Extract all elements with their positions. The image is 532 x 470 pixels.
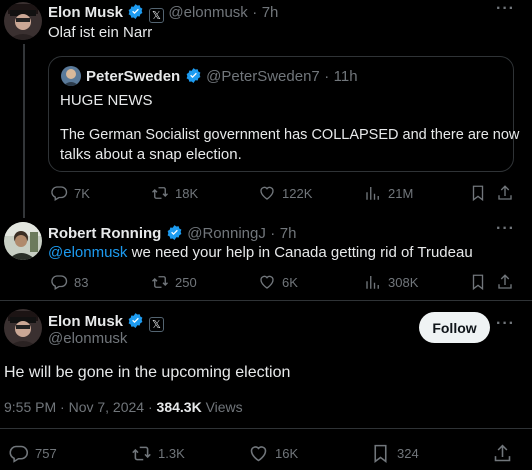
retweet-button[interactable]: 1.3K — [131, 443, 185, 464]
verified-badge-icon — [129, 313, 143, 328]
quote-text-line2: talks about a snap election. — [60, 146, 242, 163]
avatar-elon-2[interactable] — [4, 309, 42, 347]
author-name[interactable]: Robert Ronning — [48, 225, 161, 242]
share-icon — [498, 185, 512, 200]
avatar-robert-ronning[interactable] — [4, 222, 42, 260]
reply-count: 757 — [35, 446, 57, 461]
share-icon — [498, 274, 512, 289]
analytics-icon — [366, 276, 379, 289]
author-name[interactable]: Elon Musk — [48, 4, 123, 21]
divider — [0, 300, 532, 301]
divider — [0, 428, 532, 429]
mention-link[interactable]: @elonmusk — [48, 244, 127, 261]
like-count: 16K — [275, 446, 299, 461]
reply-button[interactable]: 83 — [50, 273, 88, 291]
verified-badge-icon — [129, 4, 143, 19]
avatar-petersweden[interactable] — [61, 66, 81, 86]
more-options-icon[interactable]: ··· — [496, 0, 515, 18]
quote-author-handle: @PeterSweden7 — [206, 68, 320, 85]
bookmark-icon — [374, 444, 387, 463]
quote-author-name: PeterSweden — [86, 68, 181, 85]
tweet-time[interactable]: 7h — [280, 225, 297, 242]
retweet-icon — [132, 446, 151, 461]
x-affiliate-icon: 𝕏 — [148, 8, 164, 23]
share-button[interactable] — [492, 443, 513, 464]
share-button[interactable] — [496, 273, 514, 291]
view-count: 308K — [388, 274, 419, 290]
tweet-body: we need your help in Canada getting rid … — [127, 244, 473, 261]
bookmark-icon — [472, 185, 484, 202]
like-button[interactable]: 16K — [248, 443, 298, 464]
retweet-button[interactable]: 250 — [151, 273, 197, 291]
heart-icon — [260, 186, 274, 200]
retweet-count: 250 — [175, 274, 197, 290]
like-button[interactable]: 6K — [258, 273, 298, 291]
bookmark-icon — [472, 274, 484, 291]
separator-dot: · — [147, 399, 153, 415]
tweet-time[interactable]: 7h — [262, 4, 279, 21]
separator-dot: · — [252, 4, 258, 21]
avatar-elon-1[interactable] — [4, 2, 42, 40]
author-handle[interactable]: @elonmusk — [48, 330, 127, 347]
bookmark-button[interactable]: 324 — [370, 443, 419, 464]
author-handle[interactable]: @RonningJ — [187, 225, 266, 242]
author-handle[interactable]: @elonmusk — [168, 4, 247, 21]
main-author: Elon Musk 𝕏 — [48, 312, 164, 332]
follow-button[interactable]: Follow — [419, 312, 490, 343]
tweet-text: Olaf ist ein Narr — [48, 24, 153, 41]
like-button[interactable]: 122K — [258, 184, 312, 202]
reply-icon — [51, 275, 68, 290]
retweet-icon — [152, 187, 168, 199]
retweet-count: 1.3K — [158, 446, 185, 461]
tweet1-header: Elon Musk 𝕏 @elonmusk · 7h — [48, 3, 278, 23]
separator-dot: · — [324, 68, 330, 85]
thread-line — [23, 44, 25, 218]
heart-icon — [250, 446, 267, 462]
tweet-meta: 9:55 PM · Nov 7, 2024 · 384.3K Views — [4, 399, 243, 415]
reply-button[interactable]: 7K — [50, 184, 90, 202]
bookmark-count: 324 — [397, 446, 419, 461]
quote-text-headline: HUGE NEWS — [60, 92, 153, 109]
reply-icon — [9, 445, 29, 463]
verified-badge-icon — [167, 225, 182, 240]
quote-time: 11h — [333, 68, 358, 85]
more-options-icon[interactable]: ··· — [496, 315, 515, 333]
quote-text-line1: The German Socialist government has COLL… — [60, 127, 520, 143]
retweet-button[interactable]: 18K — [151, 184, 198, 202]
share-button[interactable] — [496, 184, 514, 202]
views-button[interactable]: 21M — [364, 184, 413, 202]
view-count: 21M — [388, 185, 414, 201]
reply-count: 7K — [74, 185, 90, 201]
bookmark-button[interactable] — [469, 184, 487, 202]
tweet-text: @elonmusk we need your help in Canada ge… — [48, 243, 473, 263]
quote-header: PeterSweden @PeterSweden7 · 11h — [86, 67, 358, 86]
main-tweet-text: He will be gone in the upcoming election — [4, 364, 291, 381]
more-options-icon[interactable]: ··· — [496, 220, 515, 238]
x-affiliate-icon: 𝕏 — [148, 317, 164, 332]
analytics-icon — [366, 187, 379, 200]
tweet-timestamp[interactable]: 9:55 PM · Nov 7, 2024 — [4, 399, 144, 415]
retweet-count: 18K — [175, 185, 199, 201]
views-button[interactable]: 308K — [364, 273, 418, 291]
reply-count: 83 — [74, 274, 89, 290]
reply-button[interactable]: 757 — [8, 443, 57, 464]
verified-badge-icon — [186, 68, 201, 83]
reply-icon — [51, 186, 68, 201]
views-count: 384.3K — [156, 399, 202, 415]
like-count: 6K — [282, 274, 298, 290]
bookmark-button[interactable] — [469, 273, 487, 291]
author-name[interactable]: Elon Musk — [48, 313, 123, 330]
retweet-icon — [152, 276, 168, 288]
views-label: Views — [205, 399, 243, 415]
like-count: 122K — [282, 185, 313, 201]
heart-icon — [260, 275, 274, 289]
share-icon — [494, 444, 511, 462]
separator-dot: · — [270, 225, 276, 242]
tweet2-header: Robert Ronning @RonningJ · 7h — [48, 224, 296, 243]
